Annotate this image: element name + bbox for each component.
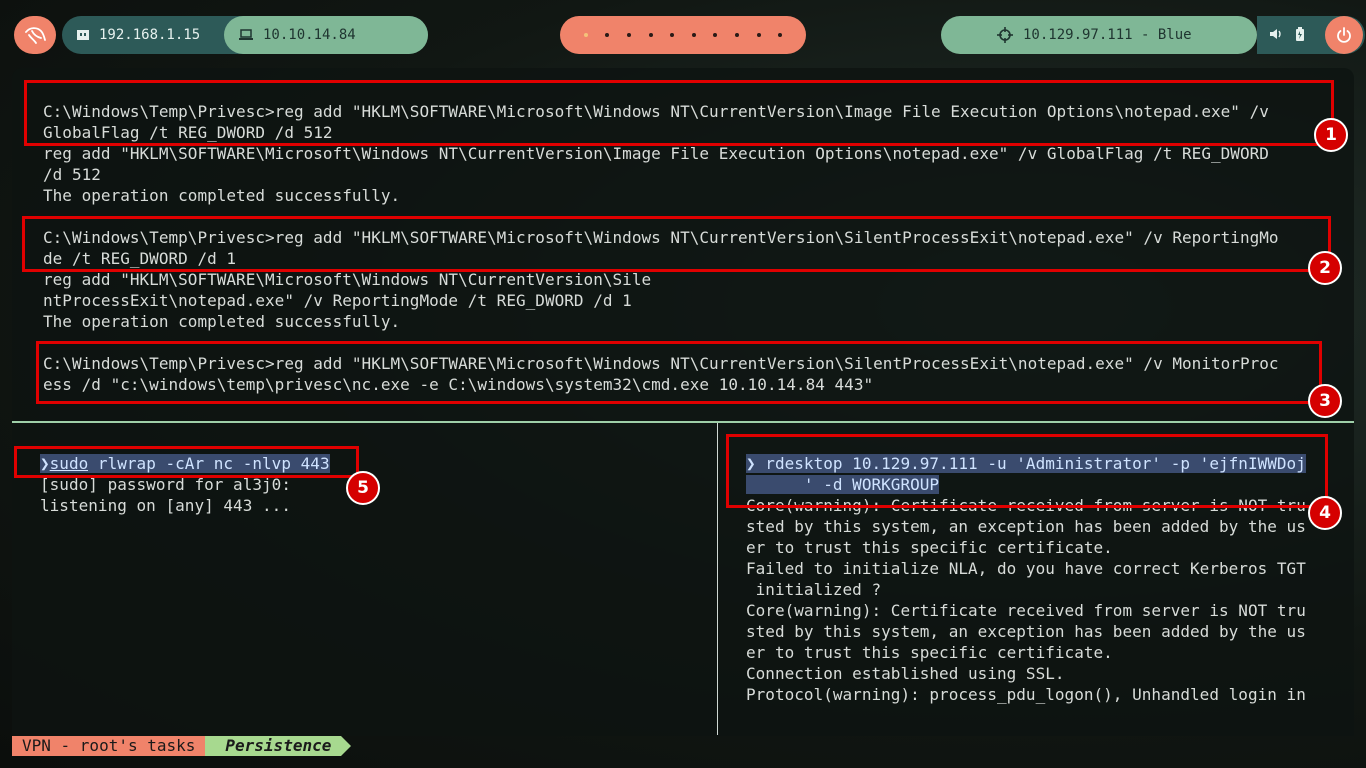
pane-divider-vertical[interactable] xyxy=(717,423,718,735)
annotation-box-1 xyxy=(24,80,1334,146)
workspace-10[interactable] xyxy=(778,33,783,37)
annotation-number-3: 3 xyxy=(1308,384,1342,418)
session-name[interactable]: VPN - root's tasks xyxy=(12,736,216,756)
vpn-ip-segment[interactable]: 10.10.14.84 xyxy=(224,16,428,54)
workspace-1[interactable] xyxy=(583,33,588,37)
power-button[interactable] xyxy=(1325,16,1363,54)
workspace-8[interactable] xyxy=(735,33,739,37)
terminal-line: reg add "HKLM\SOFTWARE\Microsoft\Windows… xyxy=(43,144,1269,163)
target-label: 10.129.97.111 - Blue xyxy=(1023,27,1192,43)
vpn-ip: 10.10.14.84 xyxy=(263,27,356,43)
terminal-line: The operation completed successfully. xyxy=(43,312,401,331)
window-tab-persistence[interactable]: Persistence xyxy=(205,736,352,756)
workspace-9[interactable] xyxy=(756,33,761,37)
battery-icon[interactable] xyxy=(1295,27,1305,41)
terminal-line: sted by this system, an exception has be… xyxy=(746,622,1306,641)
terminal-line: er to trust this specific certificate. xyxy=(746,538,1113,557)
tmux-status-bar: VPN - root's tasks Persistence xyxy=(12,736,352,756)
workspace-switcher xyxy=(560,16,806,54)
laptop-icon xyxy=(239,29,253,40)
workspace-4[interactable] xyxy=(648,33,653,37)
annotation-box-2 xyxy=(22,216,1331,272)
local-ip: 192.168.1.15 xyxy=(99,27,201,43)
local-ip-segment[interactable]: 192.168.1.15 xyxy=(62,16,224,54)
workspace-6[interactable] xyxy=(691,33,696,37)
network-info: 192.168.1.15 10.10.14.84 xyxy=(62,16,428,54)
terminal-line: initialized ? xyxy=(746,580,882,599)
terminal-line: Connection established using SSL. xyxy=(746,664,1065,683)
terminal-line: Core(warning): Certificate received from… xyxy=(746,601,1306,620)
annotation-number-5: 5 xyxy=(346,471,380,505)
terminal-line: Failed to initialize NLA, do you have co… xyxy=(746,559,1306,578)
annotation-box-3 xyxy=(36,341,1322,404)
annotation-number-2: 2 xyxy=(1308,251,1342,285)
pane-divider-horizontal[interactable] xyxy=(12,421,1354,423)
terminal-line: reg add "HKLM\SOFTWARE\Microsoft\Windows… xyxy=(43,270,652,289)
system-tray xyxy=(1257,16,1365,54)
volume-icon[interactable] xyxy=(1269,27,1283,41)
terminal-line: ntProcessExit\notepad.exe" /v ReportingM… xyxy=(43,291,632,310)
annotation-number-4: 4 xyxy=(1308,496,1342,530)
annotation-box-4 xyxy=(726,434,1328,508)
power-icon xyxy=(1337,27,1351,43)
workspace-7[interactable] xyxy=(713,33,718,37)
terminal-line: The operation completed successfully. xyxy=(43,186,401,205)
terminal-line: er to trust this specific certificate. xyxy=(746,643,1113,662)
ethernet-icon xyxy=(77,30,89,40)
crosshair-icon xyxy=(997,27,1013,43)
workspace-3[interactable] xyxy=(626,33,631,37)
terminal-line: listening on [any] 443 ... xyxy=(40,496,291,515)
kali-dragon-icon xyxy=(25,27,46,44)
workspace-5[interactable] xyxy=(670,33,675,37)
terminal-line: /d 512 xyxy=(43,165,101,184)
annotation-box-5 xyxy=(14,446,359,478)
target-indicator[interactable]: 10.129.97.111 - Blue xyxy=(941,16,1257,54)
annotation-number-1: 1 xyxy=(1314,118,1348,152)
terminal-line: Protocol(warning): process_pdu_logon(), … xyxy=(746,685,1306,704)
kali-menu-button[interactable] xyxy=(14,16,56,54)
terminal-line: sted by this system, an exception has be… xyxy=(746,517,1306,536)
workspace-2[interactable] xyxy=(605,33,610,37)
